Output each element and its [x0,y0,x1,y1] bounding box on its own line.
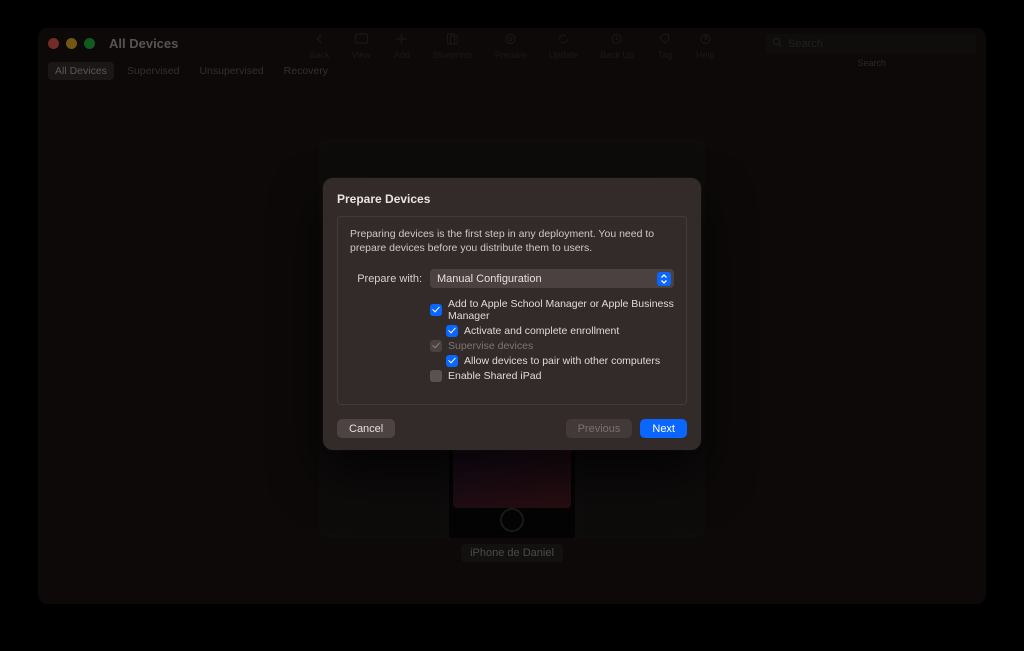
next-button[interactable]: Next [640,419,687,438]
app-window: All Devices Back View Add Blueprints Pre [38,28,986,604]
checkbox-activate-enroll[interactable] [446,325,458,337]
option-shared-ipad[interactable]: Enable Shared iPad [430,370,674,382]
option-activate-enroll[interactable]: Activate and complete enrollment [446,325,674,337]
option-allow-pair[interactable]: Allow devices to pair with other compute… [446,355,674,367]
option-add-to-manager[interactable]: Add to Apple School Manager or Apple Bus… [430,298,674,322]
sheet-body: Preparing devices is the first step in a… [337,216,687,405]
checkbox-add-to-manager[interactable] [430,304,442,316]
prepare-with-select[interactable]: Manual Configuration [430,269,674,288]
checkbox-shared-ipad[interactable] [430,370,442,382]
sheet-title: Prepare Devices [337,192,687,206]
sheet-description: Preparing devices is the first step in a… [350,227,674,255]
sheet-buttons: Cancel Previous Next [337,419,687,438]
checkbox-supervise [430,340,442,352]
prepare-with-label: Prepare with: [350,273,422,285]
prepare-with-row: Prepare with: Manual Configuration [350,269,674,288]
cancel-button[interactable]: Cancel [337,419,395,438]
options-list: Add to Apple School Manager or Apple Bus… [430,298,674,382]
previous-button: Previous [566,419,633,438]
option-supervise: Supervise devices [430,340,674,352]
prepare-devices-sheet: Prepare Devices Preparing devices is the… [323,178,701,450]
prepare-with-value: Manual Configuration [437,273,542,285]
checkbox-allow-pair[interactable] [446,355,458,367]
chevron-updown-icon [657,272,671,286]
